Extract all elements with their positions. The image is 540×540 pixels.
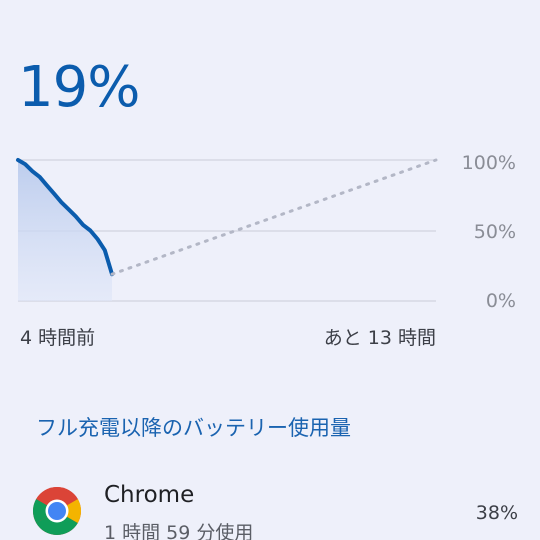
app-name: Chrome: [104, 482, 195, 508]
app-usage-percent: 38%: [475, 502, 518, 524]
battery-chart: [16, 158, 438, 302]
battery-level: 19%: [18, 55, 140, 120]
y-tick-0: 0%: [485, 290, 516, 312]
y-tick-50: 50%: [473, 221, 516, 243]
projection-line: [110, 158, 438, 276]
x-label-start: 4 時間前: [20, 327, 96, 349]
chrome-icon: [32, 486, 82, 536]
x-label-end: あと 13 時間: [323, 327, 436, 349]
app-usage-time: 1 時間 59 分使用: [104, 522, 254, 540]
app-usage-row-chrome[interactable]: Chrome 1 時間 59 分使用 38%: [0, 470, 540, 540]
usage-since-full-charge-title: フル充電以降のバッテリー使用量: [36, 416, 351, 440]
battery-usage-page: 19% 100% 50% 0% 4 時間前 あと 13 時間 フル充電以降のバッ…: [0, 0, 540, 540]
y-tick-100: 100%: [461, 152, 516, 174]
